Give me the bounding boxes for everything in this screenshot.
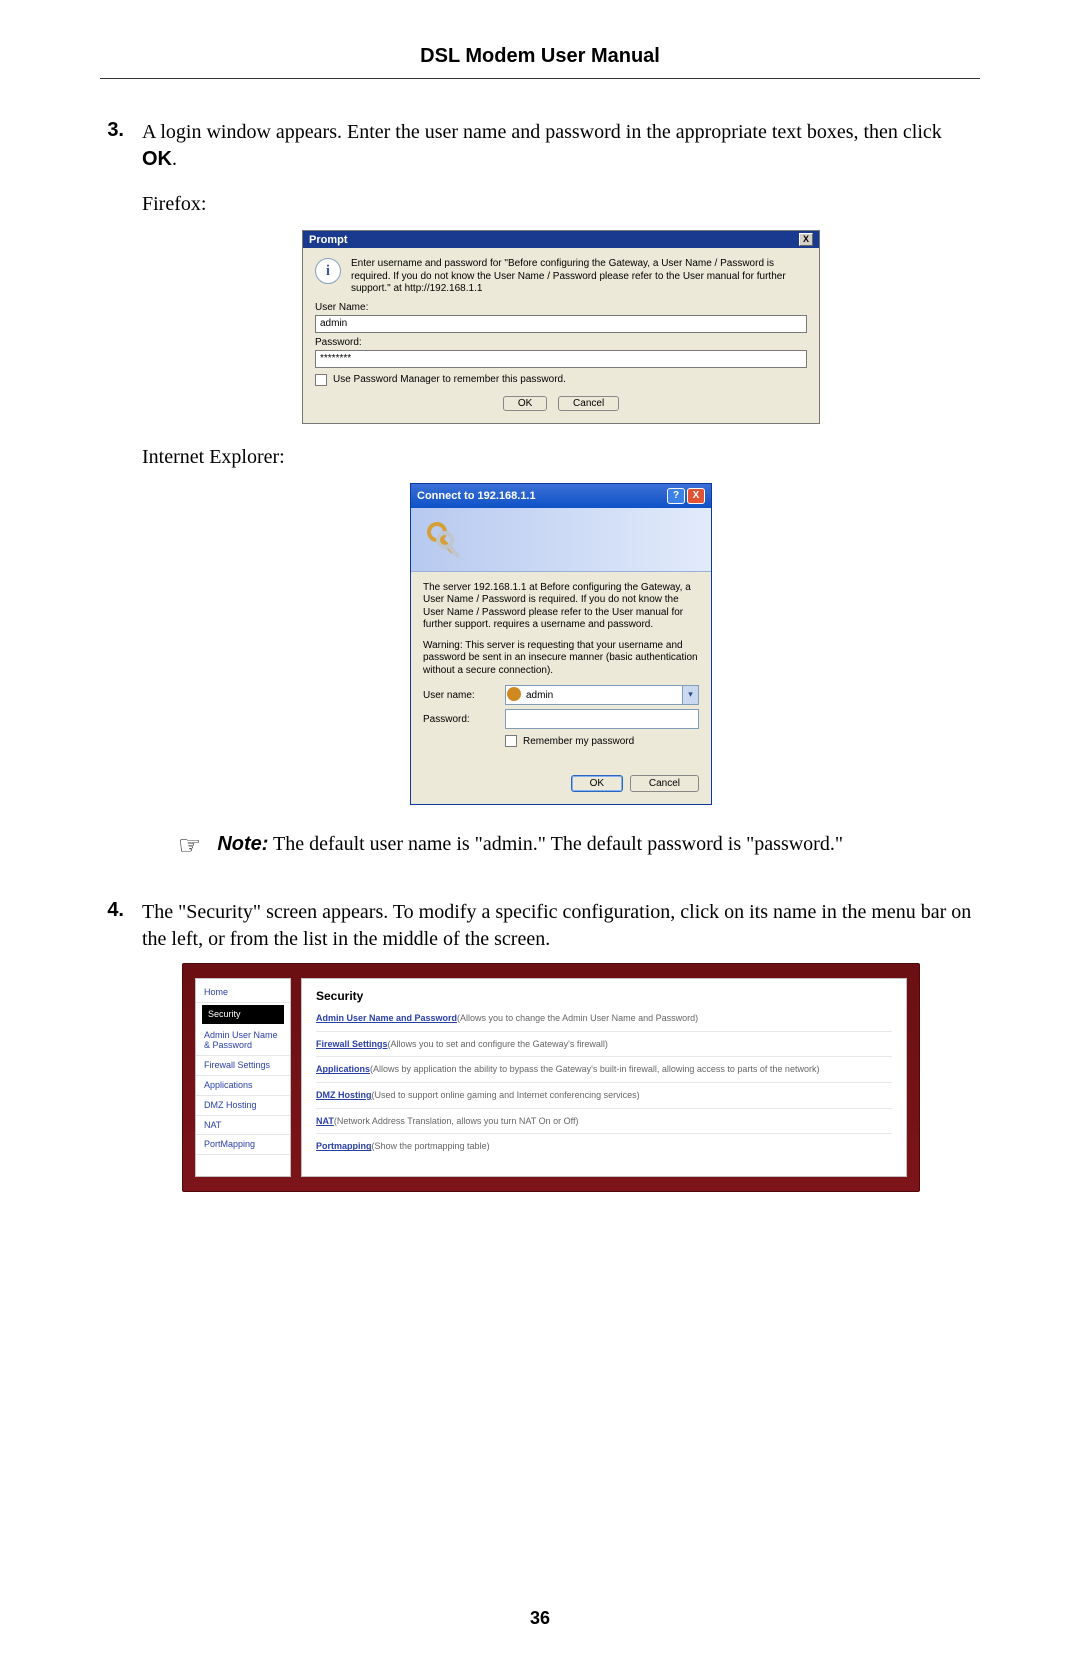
ie-password-label: Password:: [423, 714, 497, 725]
ie-message-2: Warning: This server is requesting that …: [423, 640, 699, 678]
firefox-remember-checkbox[interactable]: [315, 374, 327, 386]
close-icon[interactable]: X: [687, 488, 705, 504]
firefox-username-label: User Name:: [315, 302, 807, 313]
note-bold: Note:: [217, 833, 268, 855]
step-body: A login window appears. Enter the user n…: [142, 119, 980, 879]
user-icon: [507, 687, 521, 701]
security-link-desc: (Used to support online gaming and Inter…: [372, 1090, 640, 1100]
step4-text: The "Security" screen appears. To modify…: [142, 899, 980, 953]
sidebar-item-nat[interactable]: NAT: [196, 1116, 290, 1136]
note-text: Note: The default user name is "admin." …: [217, 833, 980, 859]
security-sidebar: Home Security Admin User Name & Password…: [195, 978, 291, 1177]
firefox-remember-row: Use Password Manager to remember this pa…: [315, 374, 807, 386]
chevron-down-icon[interactable]: ▾: [682, 686, 698, 704]
firefox-password-input[interactable]: [315, 350, 807, 368]
cancel-button[interactable]: Cancel: [558, 396, 619, 411]
step3-text-b: .: [172, 148, 177, 170]
firefox-body: i Enter username and password for "Befor…: [303, 248, 819, 423]
ie-message-1: The server 192.168.1.1 at Before configu…: [423, 582, 699, 632]
ie-password-row: Password:: [423, 709, 699, 729]
firefox-username-input[interactable]: [315, 315, 807, 333]
page-header-title: DSL Modem User Manual: [100, 45, 980, 78]
ie-connect-dialog: Connect to 192.168.1.1 ? X The server 19…: [410, 483, 712, 806]
keys-icon: [423, 518, 467, 562]
security-link[interactable]: NAT: [316, 1116, 334, 1126]
ie-username-row: User name: ▾: [423, 685, 699, 705]
ie-label: Internet Explorer:: [142, 444, 980, 471]
security-screenshot: Home Security Admin User Name & Password…: [182, 963, 920, 1192]
ie-title: Connect to 192.168.1.1: [417, 490, 536, 502]
step-3: 3. A login window appears. Enter the use…: [100, 119, 980, 879]
ok-button[interactable]: OK: [503, 396, 547, 411]
info-icon: i: [315, 258, 341, 284]
security-link-line: Admin User Name and Password(Allows you …: [316, 1013, 892, 1032]
step-body: The "Security" screen appears. To modify…: [142, 899, 980, 1192]
ie-username-wrap: ▾: [505, 685, 699, 705]
security-link-desc: (Allows you to set and configure the Gat…: [388, 1039, 608, 1049]
page-number: 36: [0, 1608, 1080, 1629]
close-icon[interactable]: X: [799, 233, 813, 246]
ie-remember-checkbox[interactable]: [505, 735, 517, 747]
help-icon[interactable]: ?: [667, 488, 685, 504]
firefox-message: Enter username and password for "Before …: [351, 258, 807, 296]
security-title: Security: [316, 989, 892, 1003]
security-link-desc: (Network Address Translation, allows you…: [334, 1116, 579, 1126]
firefox-message-row: i Enter username and password for "Befor…: [315, 258, 807, 296]
ie-password-input[interactable]: [505, 709, 699, 729]
firefox-label: Firefox:: [142, 191, 980, 218]
note-body: The default user name is "admin." The de…: [268, 833, 843, 855]
ie-titlebar: Connect to 192.168.1.1 ? X: [411, 484, 711, 508]
sidebar-item-admin[interactable]: Admin User Name & Password: [196, 1026, 290, 1057]
ie-remember-row: Remember my password: [505, 735, 699, 747]
security-link[interactable]: Portmapping: [316, 1141, 372, 1151]
header-rule: [100, 78, 980, 79]
sidebar-item-security[interactable]: Security: [202, 1005, 284, 1024]
security-main: Security Admin User Name and Password(Al…: [301, 978, 907, 1177]
step3-ok-bold: OK: [142, 148, 172, 170]
step-number: 3.: [100, 119, 124, 879]
firefox-remember-label: Use Password Manager to remember this pa…: [333, 374, 566, 385]
pointing-hand-icon: ☞: [178, 833, 201, 859]
security-link[interactable]: Applications: [316, 1064, 370, 1074]
security-link-line: Portmapping(Show the portmapping table): [316, 1141, 892, 1159]
step3-text-a: A login window appears. Enter the user n…: [142, 121, 942, 143]
security-link-desc: (Show the portmapping table): [372, 1141, 490, 1151]
ie-username-label: User name:: [423, 690, 497, 701]
ok-button[interactable]: OK: [571, 775, 623, 792]
cancel-button[interactable]: Cancel: [630, 775, 699, 792]
firefox-prompt-dialog: Prompt X i Enter username and password f…: [302, 230, 820, 424]
steps-list: 3. A login window appears. Enter the use…: [100, 119, 980, 1192]
sidebar-item-home[interactable]: Home: [196, 983, 290, 1003]
security-link-line: Applications(Allows by application the a…: [316, 1064, 892, 1083]
security-link-desc: (Allows you to change the Admin User Nam…: [457, 1013, 698, 1023]
ie-button-row: OK Cancel: [423, 775, 699, 792]
firefox-titlebar: Prompt X: [303, 231, 819, 248]
firefox-title: Prompt: [309, 234, 348, 246]
security-link[interactable]: Firewall Settings: [316, 1039, 388, 1049]
ie-banner: [411, 508, 711, 572]
step3-text: A login window appears. Enter the user n…: [142, 119, 980, 173]
firefox-button-row: OK Cancel: [315, 396, 807, 411]
security-link-line: Firewall Settings(Allows you to set and …: [316, 1039, 892, 1058]
sidebar-item-portmapping[interactable]: PortMapping: [196, 1135, 290, 1155]
ie-remember-label: Remember my password: [523, 736, 634, 747]
security-link-line: NAT(Network Address Translation, allows …: [316, 1116, 892, 1135]
ie-password-wrap: [505, 709, 699, 729]
security-link-desc: (Allows by application the ability to by…: [370, 1064, 819, 1074]
ie-body: The server 192.168.1.1 at Before configu…: [411, 572, 711, 805]
security-link[interactable]: Admin User Name and Password: [316, 1013, 457, 1023]
sidebar-item-dmz[interactable]: DMZ Hosting: [196, 1096, 290, 1116]
ie-username-input[interactable]: [505, 685, 699, 705]
note-block: ☞ Note: The default user name is "admin.…: [178, 833, 980, 859]
sidebar-item-firewall[interactable]: Firewall Settings: [196, 1056, 290, 1076]
step-4: 4. The "Security" screen appears. To mod…: [100, 899, 980, 1192]
security-link[interactable]: DMZ Hosting: [316, 1090, 372, 1100]
step-number: 4.: [100, 899, 124, 1192]
security-link-line: DMZ Hosting(Used to support online gamin…: [316, 1090, 892, 1109]
sidebar-item-applications[interactable]: Applications: [196, 1076, 290, 1096]
firefox-password-label: Password:: [315, 337, 807, 348]
